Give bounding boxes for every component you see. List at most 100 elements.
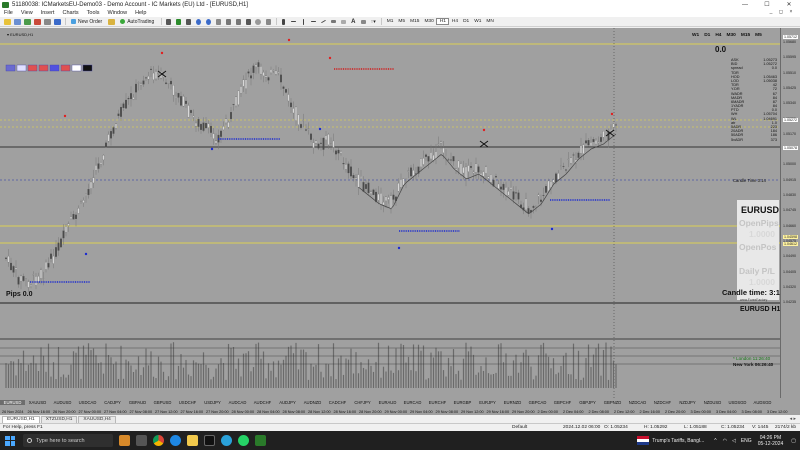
symbol-button-nzdchf[interactable]: NZDCHF xyxy=(650,400,675,405)
symbol-button-gbpcad[interactable]: GBPCAD xyxy=(525,400,550,405)
tray-chevron-icon[interactable]: ^ xyxy=(714,438,716,444)
whatsapp-icon[interactable] xyxy=(238,435,249,446)
mt4-taskbar-icon[interactable] xyxy=(119,435,130,446)
symbol-button-gbpnzd[interactable]: GBPNZD xyxy=(600,400,625,405)
taskbar-clock[interactable]: 04:26 PM 05-12-2024 xyxy=(758,435,784,447)
symbol-button-audnzd[interactable]: AUDNZD xyxy=(300,400,325,405)
symbol-button-eurusd[interactable]: EURUSD xyxy=(0,399,25,405)
symbol-button-gbpaud[interactable]: GBPAUD xyxy=(125,400,150,405)
metaeditor-button[interactable] xyxy=(107,18,115,26)
file-explorer-icon[interactable] xyxy=(187,435,198,446)
symbol-button-audcad[interactable]: AUDCAD xyxy=(225,400,250,405)
symbol-button-eurjpy[interactable]: EURJPY xyxy=(475,400,500,405)
tf-m15-button[interactable]: M15 xyxy=(408,19,422,24)
windows-start-button[interactable] xyxy=(5,435,15,446)
market-watch-button[interactable] xyxy=(23,18,31,26)
symbol-button-eurgbp[interactable]: EURGBP xyxy=(450,400,475,405)
language-indicator[interactable]: ENG xyxy=(741,438,752,444)
symbol-button-nzdjpy[interactable]: NZDJPY xyxy=(675,400,700,405)
symbol-button-audsgd[interactable]: AUDSGD xyxy=(750,400,775,405)
navigator-button[interactable] xyxy=(33,18,41,26)
symbol-button-eurchf[interactable]: EURCHF xyxy=(425,400,450,405)
label-button[interactable] xyxy=(359,18,367,26)
tf-h4-button[interactable]: H4 xyxy=(449,19,460,24)
volume-icon[interactable]: ◁ xyxy=(732,438,736,444)
auto-trading-button[interactable]: AutoTrading xyxy=(117,18,157,26)
symbol-button-usdchf[interactable]: USDCHF xyxy=(175,400,200,405)
templates-button[interactable] xyxy=(264,18,272,26)
profiles-button[interactable] xyxy=(13,18,21,26)
zoom-in-button[interactable] xyxy=(194,18,202,26)
text-button[interactable]: A xyxy=(349,18,357,26)
close-button[interactable]: ✕ xyxy=(778,0,800,9)
chart-area[interactable]: ▾ EURUSD,H1 W1 D1 H4 M30 M15 M5 0.0 ASK 1… xyxy=(0,28,800,408)
bar-chart-button[interactable] xyxy=(164,18,172,26)
symbol-button-cadjpy[interactable]: CADJPY xyxy=(100,400,125,405)
telegram-icon[interactable] xyxy=(221,435,232,446)
symbol-button-usdcad[interactable]: USDCAD xyxy=(75,400,100,405)
periods-button[interactable] xyxy=(254,18,262,26)
wifi-icon[interactable]: ◠ xyxy=(723,438,727,444)
crosshair-button[interactable] xyxy=(289,18,297,26)
symbol-button-usdsgd[interactable]: USDSGD xyxy=(725,400,750,405)
trendline-button[interactable] xyxy=(319,18,327,26)
mdi-close-button[interactable]: × xyxy=(786,9,796,15)
price-axis[interactable]: 1.05680 1.05595 1.05510 1.05425 1.05340 1.052… xyxy=(780,28,800,398)
price-chart-canvas[interactable] xyxy=(0,28,780,408)
tile-windows-button[interactable] xyxy=(214,18,222,26)
menu-view[interactable]: View xyxy=(17,10,37,16)
autoscroll-button[interactable] xyxy=(234,18,242,26)
new-order-button[interactable]: New Order xyxy=(68,18,105,26)
tf-m30-button[interactable]: M30 xyxy=(422,19,436,24)
symbol-button-gbpjpy[interactable]: GBPJPY xyxy=(575,400,600,405)
tf-mn-button[interactable]: MN xyxy=(484,19,496,24)
tf-m5-button[interactable]: M5 xyxy=(396,19,408,24)
arrows-button[interactable]: ↑▾ xyxy=(369,18,377,26)
news-widget[interactable]: Trump's Tariffs, Bangl... xyxy=(637,436,704,445)
zoom-out-button[interactable] xyxy=(204,18,212,26)
new-chart-button[interactable] xyxy=(3,18,11,26)
menu-tools[interactable]: Tools xyxy=(83,10,104,16)
tf-m1-button[interactable]: M1 xyxy=(384,19,396,24)
tf-h1-button[interactable]: H1 xyxy=(436,18,450,25)
symbol-button-audjpy[interactable]: AUDJPY xyxy=(275,400,300,405)
menu-insert[interactable]: Insert xyxy=(37,10,59,16)
channel-button[interactable] xyxy=(329,18,337,26)
symbol-button-cadchf[interactable]: CADCHF xyxy=(325,400,350,405)
vertical-line-button[interactable] xyxy=(299,18,307,26)
strategy-tester-button[interactable] xyxy=(53,18,61,26)
line-chart-button[interactable] xyxy=(184,18,192,26)
maximize-button[interactable]: ☐ xyxy=(756,0,778,9)
menu-charts[interactable]: Charts xyxy=(58,10,82,16)
symbol-button-euraud[interactable]: EURAUD xyxy=(375,400,400,405)
metatrader-icon[interactable] xyxy=(255,435,266,446)
task-view-icon[interactable] xyxy=(136,435,147,446)
symbol-button-gbpusd[interactable]: GBPUSD xyxy=(150,400,175,405)
symbol-button-eurnzd[interactable]: EURNZD xyxy=(500,400,525,405)
minimize-button[interactable]: — xyxy=(734,0,756,9)
symbol-button-audusd[interactable]: AUDUSD xyxy=(50,400,75,405)
menu-window[interactable]: Window xyxy=(104,10,132,16)
terminal-button[interactable] xyxy=(43,18,51,26)
chrome-icon[interactable] xyxy=(153,435,164,446)
symbol-button-usdjpy[interactable]: USDJPY xyxy=(200,400,225,405)
edge-icon[interactable] xyxy=(170,435,181,446)
fibonacci-button[interactable] xyxy=(339,18,347,26)
candlestick-button[interactable] xyxy=(174,18,182,26)
tab-xtzusd-h1[interactable]: XTZUSD,H1 xyxy=(40,415,78,423)
mdi-minimize-button[interactable]: _ xyxy=(766,9,776,15)
tf-w1-button[interactable]: W1 xyxy=(472,19,484,24)
tf-d1-button[interactable]: D1 xyxy=(461,19,472,24)
notifications-icon[interactable]: ▢ xyxy=(791,438,796,444)
symbol-button-nzdcad[interactable]: NZDCAD xyxy=(625,400,650,405)
cursor-button[interactable] xyxy=(279,18,287,26)
tab-eurusd-h1[interactable]: EURUSD,H1 xyxy=(2,415,40,423)
symbol-button-chfjpy[interactable]: CHFJPY xyxy=(350,400,375,405)
symbol-button-xauusd[interactable]: XAUUSD xyxy=(25,400,50,405)
horizontal-line-button[interactable] xyxy=(309,18,317,26)
menu-help[interactable]: Help xyxy=(131,10,150,16)
tradingview-icon[interactable] xyxy=(204,435,215,446)
tab-xauusd-h4[interactable]: XAUUSD,H4 xyxy=(78,415,116,423)
symbol-button-audchf[interactable]: AUDCHF xyxy=(250,400,275,405)
chart-shift-button[interactable] xyxy=(224,18,232,26)
